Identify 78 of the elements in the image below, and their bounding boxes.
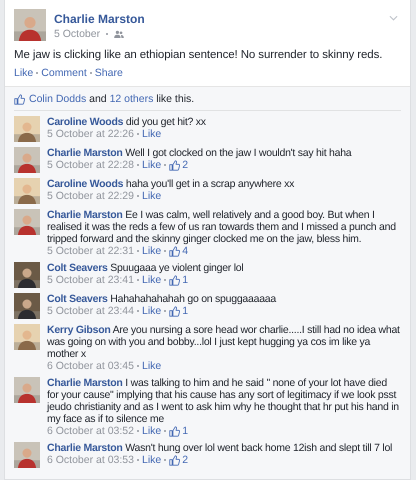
comment-time[interactable]: 5 October at 22:31 [47,245,134,257]
thumbs-up-icon [169,246,180,256]
like-link[interactable]: Like [142,454,162,466]
comment-text: Colt Seavers Hahahahahahah go on spuggaaaaaa [47,293,278,305]
commenter-name[interactable]: Colt Seavers [47,293,108,305]
commenter-name[interactable]: Caroline Woods [47,178,124,190]
others-link[interactable]: 12 others [110,93,154,105]
thumbs-up-icon [169,454,180,466]
comment-time[interactable]: 5 October at 22:26 [47,128,134,140]
action-link[interactable]: Like [14,67,34,79]
comment-time[interactable]: 5 October at 23:44 [47,305,134,317]
comment-text: Charlie Marston I was talking to him and he said " none of your lot have died for your cause" implying that his cause has any sort of legitimacy if we look psst jeudo christianity and as I went to ask him why he thought that hr put his hand in my face as if to silence me [47,377,400,425]
thumbs-up-icon [14,94,25,104]
like-link[interactable]: Like [142,128,162,140]
separator-dot [136,279,139,281]
separator-dot [136,164,139,166]
separator-dot [136,365,139,367]
commenter-name[interactable]: Charlie Marston [47,147,123,159]
likes-summary: Colin Dodds and 12 others like this. [29,93,194,105]
comment-time[interactable]: 5 October at 22:28 [47,159,134,171]
comment-text: Kerry Gibson Are you nursing a sore head wor charlie.....I still had no idea what was going on with you and bobby...lol I just kept hugging ya cos im like ya mother x [47,324,401,360]
separator-dot [106,33,108,35]
like-count[interactable]: 4 [169,245,188,257]
thumbs-up-icon [169,306,180,316]
author-name[interactable]: Charlie Marston [54,12,381,26]
separator-dot [90,72,92,74]
like-link[interactable]: Like [142,425,162,437]
profile-link[interactable]: Colin Dodds [29,93,86,105]
thumbs-up-icon [169,274,180,286]
comment-time[interactable]: 5 October at 23:41 [47,274,134,286]
separator-dot [136,310,139,312]
like-link[interactable]: Like [142,274,162,286]
commenter-name[interactable]: Charlie Marston [47,442,123,454]
action-link[interactable]: Comment [41,67,87,79]
separator-dot [136,459,139,461]
post-text: Me jaw is clicking like an ethiopian sentence! No surrender to skinny reds. [14,49,384,61]
separator-dot [164,430,166,432]
commenter-name[interactable]: Charlie Marston [47,377,123,389]
like-link[interactable]: Like [142,159,162,171]
commenter-name[interactable]: Charlie Marston [47,209,123,221]
like-count[interactable]: 2 [169,454,188,466]
separator-dot [136,195,139,197]
separator-dot [36,72,38,74]
comment-time[interactable]: 6 October at 03:52 [47,425,134,437]
separator-dot [136,133,139,135]
comment-time[interactable]: 6 October at 03:45 [47,360,134,372]
friends-icon[interactable] [114,30,124,38]
like-count[interactable]: 1 [169,274,188,286]
separator-dot [164,164,166,166]
separator-dot [136,250,139,252]
separator-dot [164,310,166,312]
comment-text: Caroline Woods haha you'll get in a scrap anywhere xx [47,178,296,190]
comment-text: Charlie Marston Well I got clocked on the jaw I wouldn't say hit haha [47,147,353,159]
thumbs-up-icon [169,426,180,436]
separator-dot [164,459,166,461]
like-count[interactable]: 2 [169,159,188,171]
separator-dot [164,250,166,252]
comment-time[interactable]: 5 October at 22:29 [47,190,134,202]
like-count[interactable]: 1 [169,305,188,317]
separator-dot [164,279,166,281]
like-link[interactable]: Like [142,305,162,317]
comment-text: Charlie Marston Ee I was calm, well relatively and a good boy. But when I realised it was the reds a few of us ran towards them and I missed a punch and tripped forward and the skinny ginger clocked me on the jaw, bless him. [47,209,397,245]
like-link[interactable]: Like [142,360,162,372]
action-link[interactable]: Share [94,67,123,79]
like-count[interactable]: 1 [169,425,188,437]
commenter-name[interactable]: Colt Seavers [47,262,108,274]
commenter-name[interactable]: Kerry Gibson [47,324,111,336]
post-date[interactable]: 5 October [54,28,100,40]
comment-text: Charlie Marston Wasn't hung over lol went back home 12ish and slept till 7 lol [47,442,394,454]
like-link[interactable]: Like [142,245,162,257]
comment-text: Colt Seavers Spuugaaa ye violent ginger lol [47,262,244,274]
separator-dot [136,430,139,432]
thumbs-up-icon [169,160,180,170]
comment-time[interactable]: 6 October at 03:53 [47,454,134,466]
chevron-down-icon[interactable] [389,15,398,21]
commenter-name[interactable]: Caroline Woods [47,116,124,128]
comment-text: Caroline Woods did you get hit? xx [47,116,207,128]
like-link[interactable]: Like [142,190,162,202]
